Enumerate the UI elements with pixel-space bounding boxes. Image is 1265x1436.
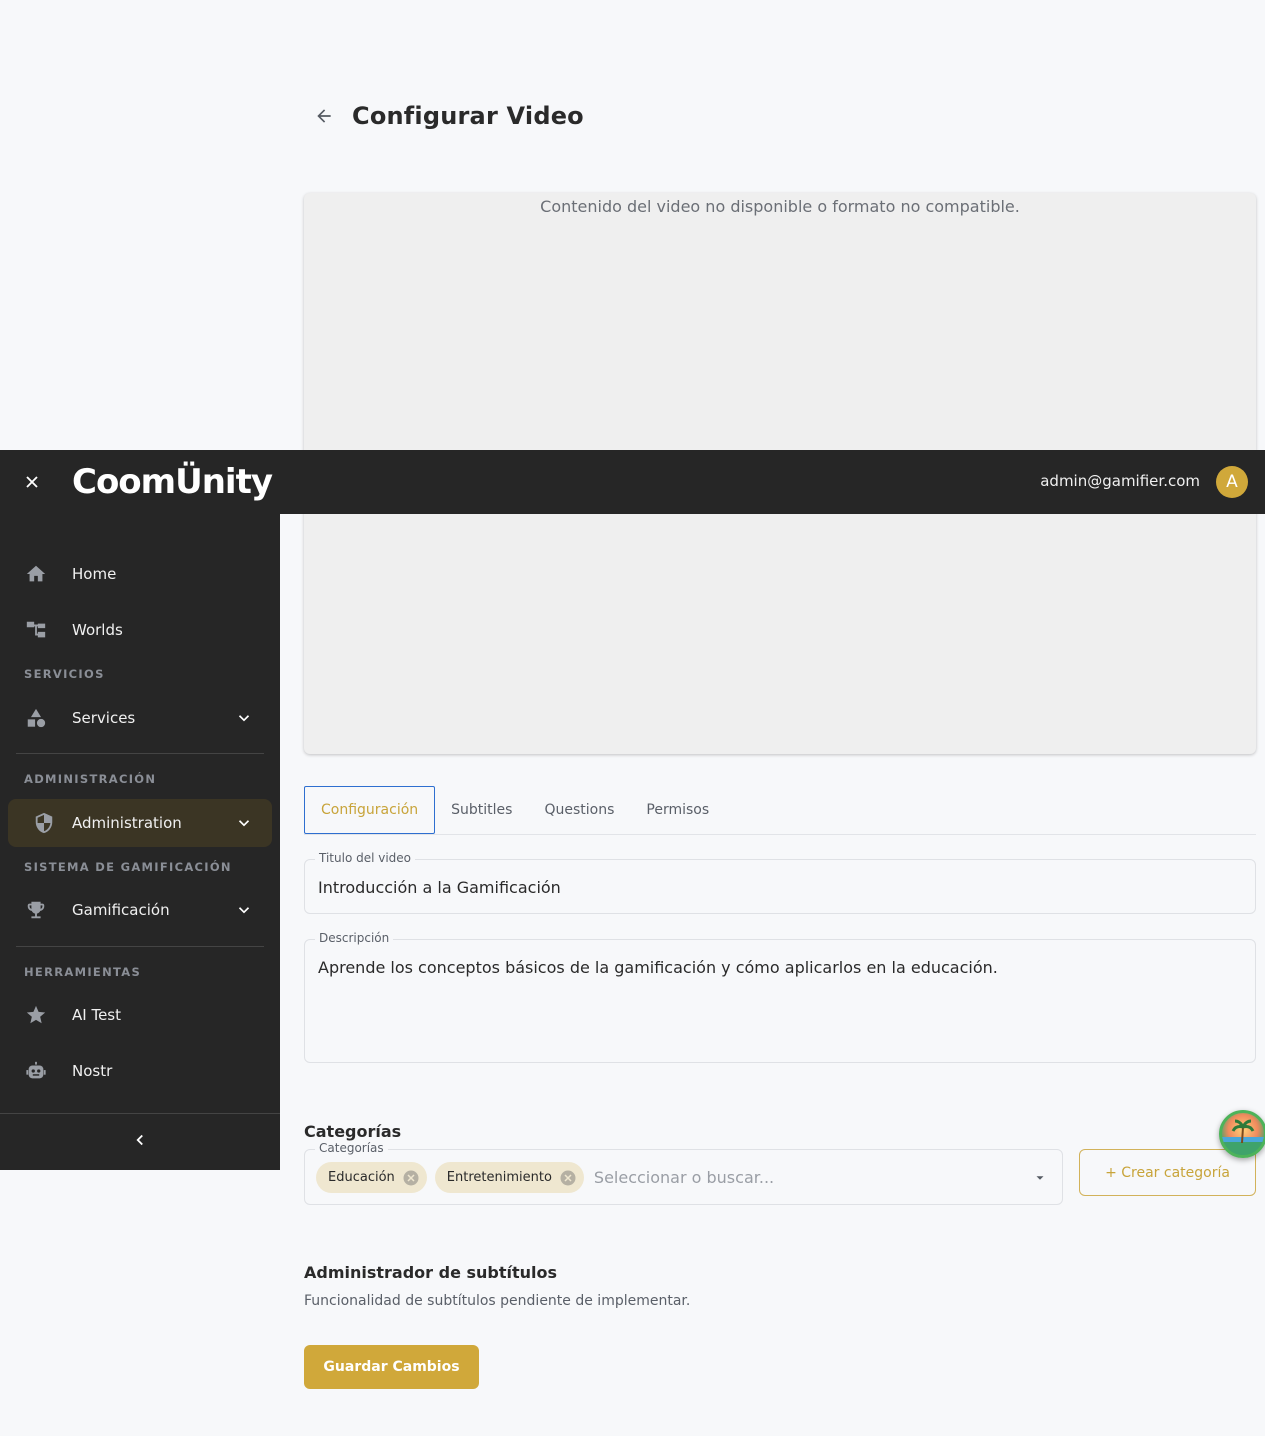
shield-icon bbox=[32, 811, 56, 835]
chip-label: Educación bbox=[328, 1170, 395, 1185]
sidebar-item-label: Gamificación bbox=[72, 901, 170, 919]
sidebar-item-label: Administration bbox=[72, 814, 182, 832]
nav-header-herramientas: HERRAMIENTAS bbox=[24, 965, 142, 979]
page-header: Configurar Video bbox=[304, 96, 584, 136]
home-icon bbox=[24, 562, 48, 586]
robot-icon bbox=[24, 1059, 48, 1083]
chip-remove-icon[interactable] bbox=[558, 1168, 578, 1188]
nav-divider bbox=[16, 753, 264, 754]
sidebar: Home Worlds SERVICIOS Services ADMINISTR… bbox=[0, 514, 280, 1170]
chevron-down-icon bbox=[232, 898, 256, 922]
video-title-input[interactable]: Introducción a la Gamificación bbox=[318, 878, 561, 897]
top-app-bar: CoomÜnity admin@gamifier.com A bbox=[0, 450, 1265, 514]
category-chip: Educación bbox=[316, 1162, 427, 1193]
sidebar-item-label: Services bbox=[72, 709, 136, 727]
chip-remove-icon[interactable] bbox=[401, 1168, 421, 1188]
categories-section-title: Categorías bbox=[304, 1122, 402, 1141]
category-chips: Educación Entretenimiento Seleccionar o … bbox=[316, 1162, 774, 1193]
sidebar-item-nostr[interactable]: Nostr bbox=[8, 1047, 272, 1095]
sidebar-item-gamificacion[interactable]: Gamificación bbox=[8, 886, 272, 934]
nav-header-gamificacion: SISTEMA DE GAMIFICACIÓN bbox=[24, 860, 232, 874]
close-icon[interactable] bbox=[14, 464, 50, 500]
category-chip: Entretenimiento bbox=[434, 1162, 584, 1193]
chip-label: Entretenimiento bbox=[446, 1170, 552, 1185]
tab-subtitles[interactable]: Subtitles bbox=[435, 786, 528, 834]
description-textarea[interactable]: Aprende los conceptos básicos de la gami… bbox=[318, 958, 998, 977]
categories-search-input[interactable]: Seleccionar o buscar... bbox=[594, 1168, 774, 1187]
categories-field-label: Categorías bbox=[315, 1141, 388, 1155]
trophy-icon bbox=[24, 898, 48, 922]
chevron-left-icon bbox=[131, 1131, 149, 1153]
user-email: admin@gamifier.com bbox=[1040, 472, 1200, 490]
subtitles-section-title: Administrador de subtítulos bbox=[304, 1263, 558, 1282]
categories-select[interactable]: Categorías Educación Entretenimiento Sel… bbox=[304, 1141, 1063, 1205]
star-icon bbox=[24, 1003, 48, 1027]
dropdown-arrow-icon[interactable] bbox=[1030, 1168, 1050, 1188]
tab-permisos[interactable]: Permisos bbox=[630, 786, 725, 834]
video-title-label: Titulo del video bbox=[315, 851, 416, 865]
category-shapes-icon bbox=[24, 706, 48, 730]
user-avatar[interactable]: A bbox=[1216, 466, 1248, 498]
nav-header-administracion: ADMINISTRACIÓN bbox=[24, 772, 157, 786]
video-title-field[interactable]: Titulo del video Introducción a la Gamif… bbox=[304, 851, 1256, 914]
sidebar-item-label: Nostr bbox=[72, 1062, 113, 1080]
collapse-sidebar-button[interactable] bbox=[0, 1113, 280, 1170]
subtitles-note: Funcionalidad de subtítulos pendiente de… bbox=[304, 1293, 691, 1309]
tab-bar: Configuración Subtitles Questions Permis… bbox=[304, 786, 1256, 835]
create-category-button[interactable]: + Crear categoría bbox=[1079, 1149, 1256, 1196]
sidebar-item-home[interactable]: Home bbox=[8, 550, 272, 598]
floating-assistant-avatar[interactable] bbox=[1219, 1110, 1265, 1158]
chevron-down-icon bbox=[232, 811, 256, 835]
description-label: Descripción bbox=[315, 931, 394, 945]
chevron-down-icon bbox=[232, 706, 256, 730]
worlds-tree-icon bbox=[24, 618, 48, 642]
sidebar-item-label: AI Test bbox=[72, 1006, 121, 1024]
sidebar-item-administration[interactable]: Administration bbox=[8, 799, 272, 847]
tab-questions[interactable]: Questions bbox=[528, 786, 630, 834]
nav-divider bbox=[16, 946, 264, 947]
page-title: Configurar Video bbox=[352, 102, 584, 130]
sidebar-item-ai-test[interactable]: AI Test bbox=[8, 991, 272, 1039]
save-changes-button[interactable]: Guardar Cambios bbox=[304, 1345, 479, 1389]
sidebar-item-label: Worlds bbox=[72, 621, 123, 639]
video-unavailable-message: Contenido del video no disponible o form… bbox=[540, 197, 1020, 216]
back-arrow-icon[interactable] bbox=[304, 96, 344, 136]
tab-configuracion[interactable]: Configuración bbox=[304, 786, 436, 834]
app-logo: CoomÜnity bbox=[72, 462, 273, 502]
sidebar-item-worlds[interactable]: Worlds bbox=[8, 606, 272, 654]
description-field[interactable]: Descripción Aprende los conceptos básico… bbox=[304, 931, 1256, 1063]
sidebar-item-label: Home bbox=[72, 565, 117, 583]
nav-header-servicios: SERVICIOS bbox=[24, 667, 105, 681]
sidebar-item-services[interactable]: Services bbox=[8, 694, 272, 742]
